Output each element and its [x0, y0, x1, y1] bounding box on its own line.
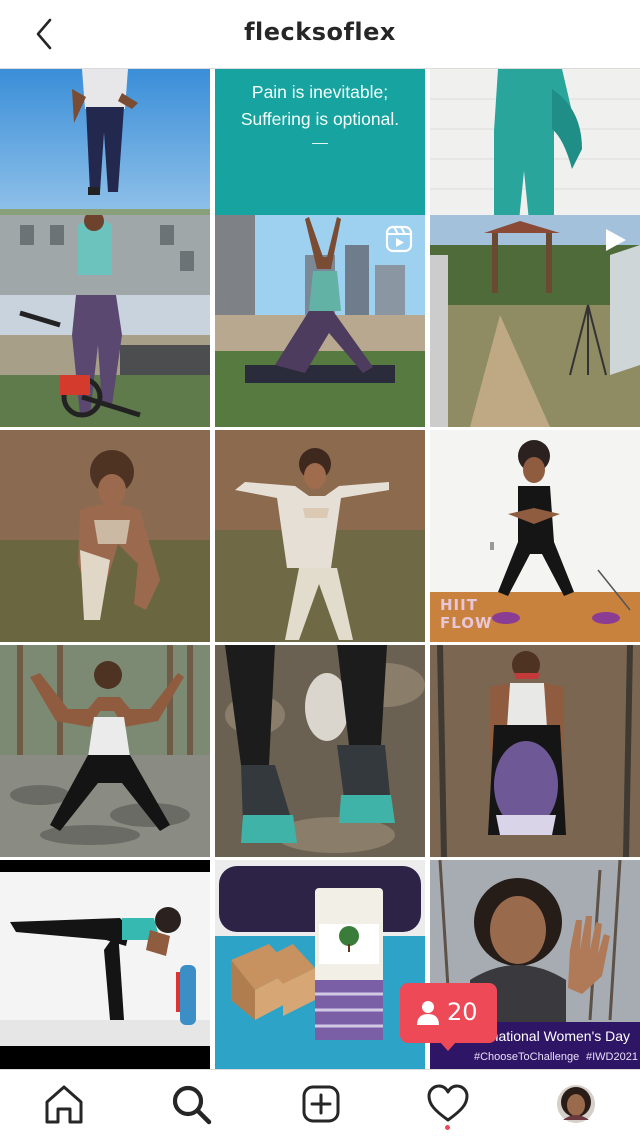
post-tile[interactable]	[0, 645, 210, 857]
nav-search[interactable]	[167, 1080, 215, 1128]
video-overlay-text: HIIT FLOW	[440, 596, 493, 632]
plus-square-icon	[302, 1085, 340, 1123]
profile-username: flecksoflex	[244, 18, 396, 46]
avatar	[557, 1085, 595, 1123]
notification-dot	[445, 1125, 450, 1130]
post-tile[interactable]	[0, 430, 210, 642]
follower-count: 20	[447, 998, 478, 1026]
quote-divider	[312, 143, 328, 144]
post-tile[interactable]	[0, 860, 210, 1072]
post-tile[interactable]	[215, 215, 425, 427]
post-tile[interactable]	[215, 430, 425, 642]
post-tile[interactable]	[0, 215, 210, 427]
posts-grid: Pain is inevitable; Suffering is optiona…	[0, 69, 640, 1072]
nav-profile[interactable]	[552, 1080, 600, 1128]
iwd-hashtag: #IWD2021	[586, 1051, 638, 1063]
post-tile[interactable]	[215, 645, 425, 857]
post-tile[interactable]: HIIT FLOW	[430, 430, 640, 642]
reels-icon	[385, 225, 413, 253]
bottom-navigation	[0, 1069, 640, 1139]
search-icon	[172, 1085, 212, 1125]
post-tile[interactable]	[215, 860, 425, 1072]
notification-badge[interactable]: 20	[400, 983, 497, 1043]
person-icon	[417, 1001, 439, 1025]
iwd-hashtag: #ChooseToChallenge	[474, 1051, 580, 1063]
top-bar: flecksoflex	[0, 0, 640, 69]
nav-new-post[interactable]	[297, 1080, 345, 1128]
nav-home[interactable]	[40, 1080, 88, 1128]
post-tile[interactable]	[430, 215, 640, 427]
iwd-title: rnational Women's Day	[486, 1028, 631, 1044]
nav-activity[interactable]	[424, 1080, 472, 1128]
post-tile[interactable]	[430, 645, 640, 857]
notification-badge-tail	[440, 1042, 456, 1051]
home-icon	[45, 1085, 83, 1124]
play-icon	[606, 229, 626, 251]
quote-text: Pain is inevitable; Suffering is optiona…	[240, 82, 400, 129]
heart-icon	[427, 1084, 469, 1122]
